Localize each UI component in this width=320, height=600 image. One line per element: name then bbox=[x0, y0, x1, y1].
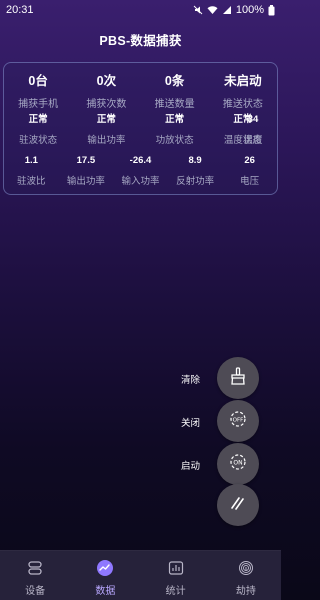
output-power-status-label: 输出功率 bbox=[87, 135, 126, 146]
push-status-label: 推送状态 bbox=[222, 99, 263, 110]
broom-icon bbox=[228, 366, 248, 391]
temperature: 34 温度 bbox=[233, 114, 273, 146]
nav-label-hijack: 劫持 bbox=[235, 586, 256, 597]
wifi-icon bbox=[207, 5, 218, 15]
device-icon bbox=[26, 559, 44, 577]
power-on-icon: ON bbox=[228, 452, 248, 477]
status-bar: 20:31 100% bbox=[0, 0, 281, 20]
status-time: 20:31 bbox=[6, 4, 34, 16]
input-power-value: -26.4 bbox=[129, 155, 152, 166]
output-power-label: 输出功率 bbox=[66, 176, 105, 187]
stats-card: 0台 捕获手机 0次 捕获次数 0条 推送数量 未启动 推送状态 正常 驻波状态… bbox=[3, 62, 278, 195]
stats-icon bbox=[167, 559, 185, 577]
vswr-label: 驻波比 bbox=[17, 176, 46, 187]
battery-icon bbox=[268, 4, 275, 16]
output-power: 17.5 输出功率 bbox=[59, 155, 114, 187]
start-button[interactable]: ON bbox=[217, 443, 259, 485]
nav-label-device: 设备 bbox=[25, 586, 46, 597]
push-count-label: 推送数量 bbox=[154, 99, 195, 110]
vswr-status-label: 驻波状态 bbox=[19, 135, 58, 146]
nav-item-hijack[interactable]: 劫持 bbox=[211, 551, 281, 600]
power-off-icon: OFF bbox=[228, 409, 248, 434]
nav-label-stats: 统计 bbox=[165, 586, 186, 597]
temperature-value: 34 bbox=[247, 114, 259, 125]
temperature-label: 温度 bbox=[243, 135, 263, 146]
push-status: 未启动 推送状态 bbox=[209, 73, 277, 110]
fingerprint-icon bbox=[237, 559, 255, 577]
slashes-icon bbox=[228, 493, 248, 518]
capture-count-label: 捕获次数 bbox=[86, 99, 127, 110]
reflected-power-value: 8.9 bbox=[188, 155, 202, 166]
clear-button[interactable] bbox=[217, 357, 259, 399]
menu-toggle-button[interactable] bbox=[217, 484, 259, 526]
svg-text:ON: ON bbox=[233, 459, 242, 466]
voltage: 26 电压 bbox=[222, 155, 277, 187]
page-title: PBS-数据捕获 bbox=[99, 34, 182, 48]
captured-phones-value: 0台 bbox=[28, 74, 48, 88]
bottom-nav: 设备 数据 统计 劫持 bbox=[0, 550, 281, 600]
summary-row: 0台 捕获手机 0次 捕获次数 0条 推送数量 未启动 推送状态 bbox=[4, 73, 277, 110]
capture-count-value: 0次 bbox=[96, 74, 117, 88]
nav-item-data[interactable]: 数据 bbox=[70, 551, 140, 600]
close-button[interactable]: OFF bbox=[217, 400, 259, 442]
vswr: 1.1 驻波比 bbox=[4, 155, 59, 187]
start-label: 启动 bbox=[181, 461, 201, 472]
output-power-status: 正常 输出功率 bbox=[72, 114, 140, 146]
captured-phones: 0台 捕获手机 bbox=[4, 73, 72, 110]
svg-text:OFF: OFF bbox=[233, 417, 244, 423]
input-power-label: 输入功率 bbox=[121, 176, 160, 187]
battery-percent: 100% bbox=[235, 4, 264, 16]
input-power: -26.4 输入功率 bbox=[113, 155, 168, 187]
amplifier-status-value: 正常 bbox=[165, 114, 185, 125]
nav-item-device[interactable]: 设备 bbox=[0, 551, 70, 600]
clear-label: 清除 bbox=[181, 375, 201, 386]
vswr-status: 正常 驻波状态 bbox=[4, 114, 72, 146]
amplifier-status: 正常 功放状态 bbox=[141, 114, 209, 146]
reflected-power: 8.9 反射功率 bbox=[168, 155, 223, 187]
captured-phones-label: 捕获手机 bbox=[18, 99, 59, 110]
push-count: 0条 推送数量 bbox=[141, 73, 209, 110]
vswr-value: 1.1 bbox=[24, 155, 38, 166]
chart-icon bbox=[96, 559, 114, 577]
metrics-row: 1.1 驻波比 17.5 输出功率 -26.4 输入功率 8.9 反射功率 26… bbox=[4, 155, 277, 187]
voltage-label: 电压 bbox=[240, 176, 260, 187]
nav-label-data: 数据 bbox=[95, 586, 116, 597]
amplifier-status-label: 功放状态 bbox=[155, 135, 194, 146]
capture-count: 0次 捕获次数 bbox=[72, 73, 140, 110]
signal-icon bbox=[222, 5, 232, 15]
reflected-power-label: 反射功率 bbox=[176, 176, 215, 187]
vswr-status-value: 正常 bbox=[28, 114, 48, 125]
close-label: 关闭 bbox=[181, 418, 201, 429]
output-power-value: 17.5 bbox=[76, 155, 96, 166]
nav-item-stats[interactable]: 统计 bbox=[141, 551, 211, 600]
mute-icon bbox=[193, 5, 203, 15]
push-count-value: 0条 bbox=[164, 74, 185, 88]
voltage-value: 26 bbox=[244, 155, 255, 166]
output-power-status-value: 正常 bbox=[96, 114, 116, 125]
push-status-value: 未启动 bbox=[224, 74, 262, 88]
status-icons: 100% bbox=[193, 4, 275, 16]
